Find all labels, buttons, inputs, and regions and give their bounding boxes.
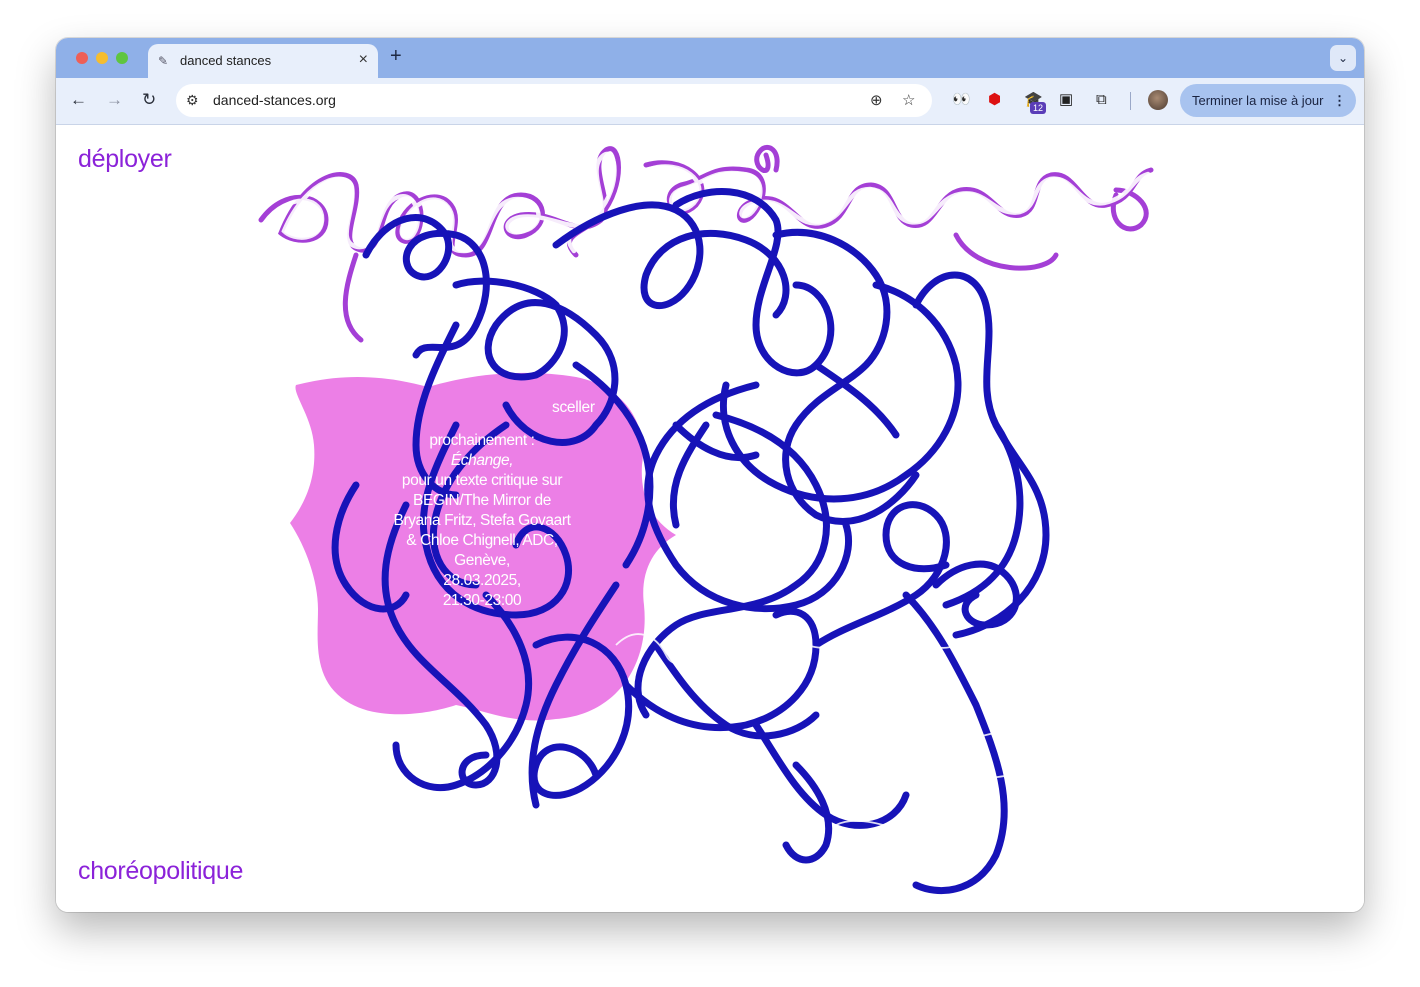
url-text[interactable]: danced-stances.org [213, 92, 336, 108]
browser-window: ✎ danced stances × + ⌄ ← → ↻ ⚙ danced-st… [56, 38, 1364, 912]
nav-link-choreopolitique[interactable]: choréopolitique [78, 857, 243, 886]
announcement-line: BEGIN/The Mirror de [413, 492, 551, 509]
page-content: déployer choréopolitique sceller prochai… [56, 125, 1364, 912]
reload-icon[interactable]: ↻ [142, 90, 156, 110]
favicon-icon: ✎ [158, 54, 169, 68]
close-window-button[interactable] [76, 52, 88, 64]
update-button[interactable]: Terminer la mise à jour ⋮ [1180, 84, 1356, 117]
site-info-icon[interactable]: ⚙ [186, 92, 199, 109]
announcement-text: prochainement : Échange, pour un texte c… [356, 431, 608, 611]
announcement-line: Genève, [454, 552, 510, 569]
toolbar-divider [1130, 92, 1131, 110]
faint-white-script [615, 633, 1097, 839]
tab-close-icon[interactable]: × [359, 51, 368, 69]
announcement-line: Bryana Fritz, Stefa Govaart [393, 512, 571, 529]
event-time: 21:30-23:00 [442, 592, 522, 609]
announcement-heading: prochainement : [429, 432, 535, 449]
minimize-window-button[interactable] [96, 52, 108, 64]
extension-badge: 12 [1030, 102, 1047, 114]
more-menu-icon[interactable]: ⋮ [1333, 84, 1346, 117]
extension-eyes-icon[interactable]: 👀 [952, 91, 971, 109]
title-bar: ✎ danced stances × + ⌄ [56, 38, 1364, 78]
tab-danced-stances[interactable]: ✎ danced stances × [148, 44, 378, 78]
maximize-window-button[interactable] [116, 52, 128, 64]
tab-search-button[interactable]: ⌄ [1330, 45, 1356, 71]
zoom-icon[interactable]: ⊕ [870, 91, 883, 109]
event-title[interactable]: Échange, [356, 451, 608, 471]
nav-link-deployer[interactable]: déployer [78, 145, 172, 174]
tab-title: danced stances [180, 53, 272, 68]
event-date: 28.03.2025, [443, 572, 521, 589]
extensions-puzzle-icon[interactable]: ⧉ [1096, 91, 1107, 109]
artwork-canvas [258, 144, 1154, 894]
announcement-line: & Chloe Chignell, ADC, [406, 532, 558, 549]
address-bar[interactable]: ⚙ danced-stances.org ⊕ ☆ [176, 84, 932, 117]
update-label: Terminer la mise à jour [1192, 93, 1324, 108]
back-icon[interactable]: ← [70, 90, 87, 110]
extension-shield-icon[interactable]: ⬢ [988, 91, 1001, 109]
browser-toolbar: ← → ↻ ⚙ danced-stances.org ⊕ ☆ 👀 ⬢ 🎓 12 … [56, 78, 1364, 125]
sceller-link[interactable]: sceller [552, 399, 595, 417]
bookmark-star-icon[interactable]: ☆ [902, 91, 915, 109]
new-tab-button[interactable]: + [390, 45, 402, 68]
extension-box-icon[interactable]: ▣ [1059, 91, 1073, 109]
site-logo-script [258, 144, 1154, 343]
profile-avatar[interactable] [1148, 90, 1168, 110]
forward-icon[interactable]: → [106, 90, 123, 110]
announcement-line: pour un texte critique sur [401, 472, 563, 489]
